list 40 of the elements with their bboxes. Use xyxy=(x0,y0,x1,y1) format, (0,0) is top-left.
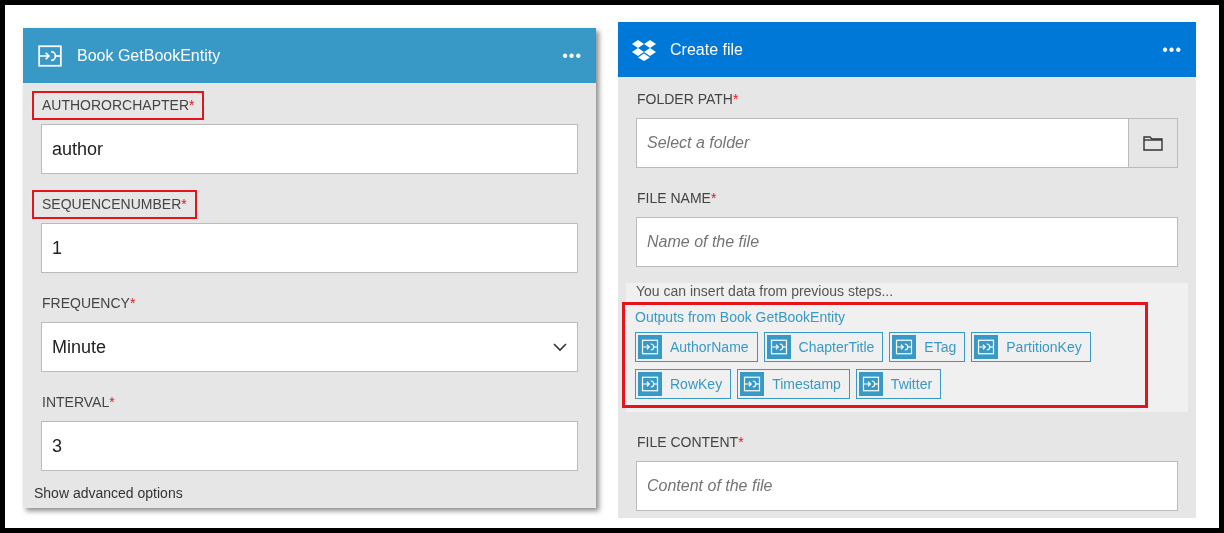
input-field[interactable]: Content of the file xyxy=(636,461,1178,511)
field-label: FOLDER PATH* xyxy=(636,90,740,109)
input-field[interactable]: Name of the file xyxy=(636,217,1178,267)
card-title: Create file xyxy=(670,39,744,60)
frequency-dropdown[interactable]: Minute xyxy=(41,322,578,372)
connector-icon xyxy=(638,372,662,396)
outputs-group-title: Outputs from Book GetBookEntity xyxy=(635,308,847,327)
connector-icon xyxy=(892,335,917,359)
input-field[interactable]: 1 xyxy=(41,223,578,273)
hint-text: You can insert data from previous steps... xyxy=(636,282,895,301)
connector-icon xyxy=(37,42,63,69)
folder-picker-button[interactable] xyxy=(1128,118,1178,168)
field-label: AUTHORORCHAPTER* xyxy=(32,91,205,120)
input-field[interactable]: 3 xyxy=(41,421,578,471)
folder-icon xyxy=(1143,135,1163,151)
field-label: SEQUENCENUMBER* xyxy=(32,190,197,219)
output-token[interactable]: AuthorName xyxy=(635,332,758,362)
field-label: FILE NAME* xyxy=(636,189,718,208)
connector-icon xyxy=(858,372,883,396)
output-token[interactable]: RowKey xyxy=(635,369,732,399)
output-token[interactable]: ETag xyxy=(889,332,966,362)
advanced-options-link[interactable]: Show advanced options xyxy=(34,483,578,504)
output-token[interactable]: ChapterTitle xyxy=(763,332,884,362)
connector-icon xyxy=(766,335,791,359)
more-menu-button[interactable]: ••• xyxy=(1162,37,1182,62)
connector-icon xyxy=(638,335,662,359)
output-token[interactable]: Timestamp xyxy=(737,369,850,399)
field-label: INTERVAL* xyxy=(41,393,116,412)
input-field[interactable]: author xyxy=(41,124,578,174)
connector-icon xyxy=(974,335,999,359)
card-title: Book GetBookEntity xyxy=(77,45,222,66)
output-token[interactable]: Twitter xyxy=(855,369,942,399)
field-label: FILE CONTENT* xyxy=(636,433,745,452)
connector-icon xyxy=(740,372,765,396)
input-field[interactable]: Select a folder xyxy=(636,118,1128,168)
chevron-down-icon xyxy=(553,342,567,352)
more-menu-button[interactable]: ••• xyxy=(562,43,582,68)
output-token[interactable]: PartitionKey xyxy=(971,332,1091,362)
field-label: FREQUENCY* xyxy=(41,294,137,313)
boxes-icon xyxy=(632,38,656,61)
